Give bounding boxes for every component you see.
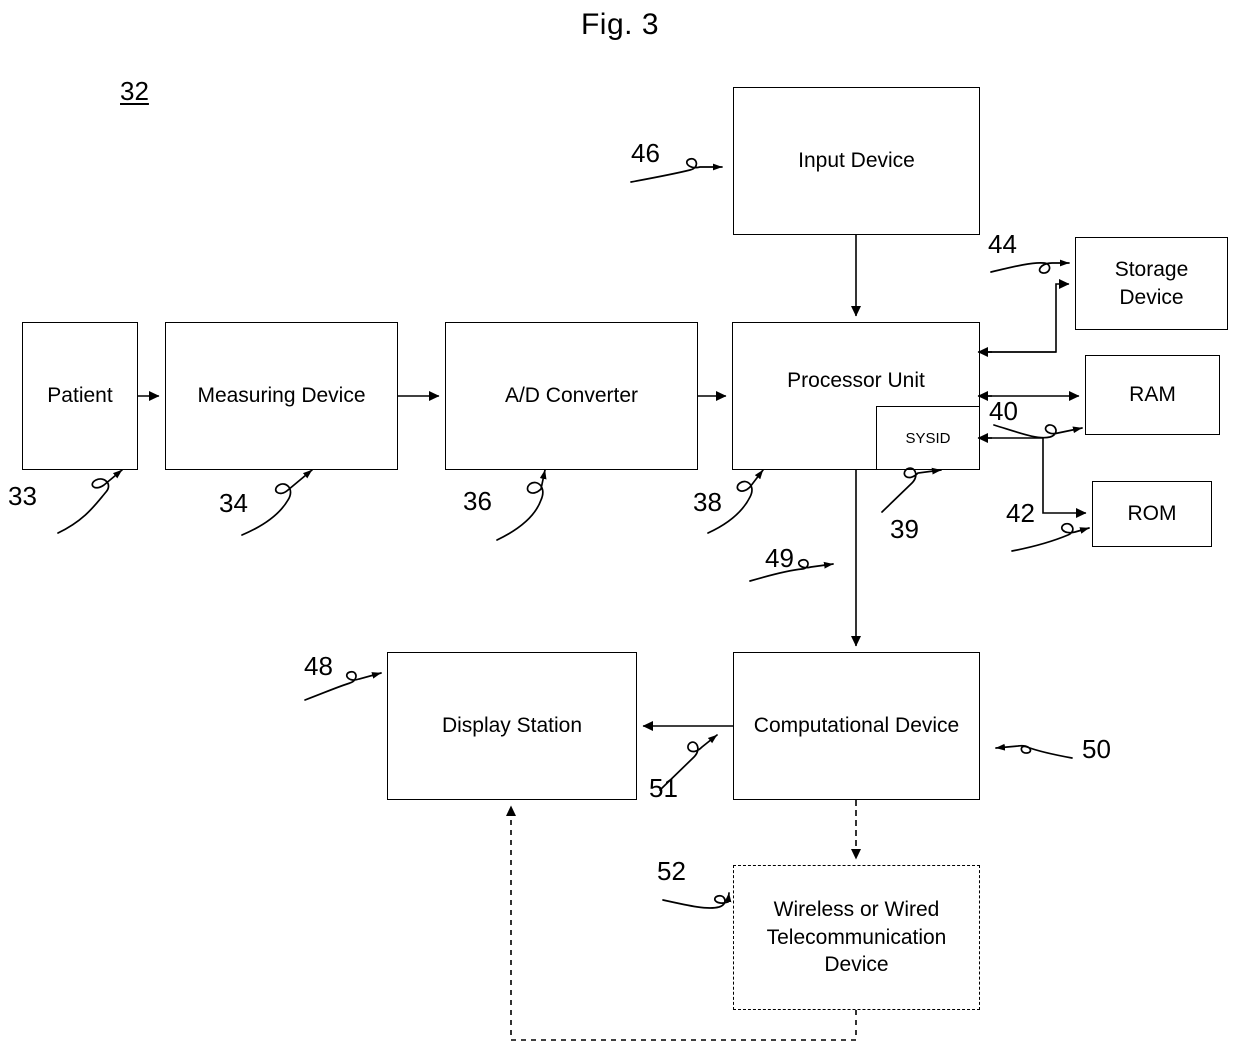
block-ad-converter: A/D Converter xyxy=(445,322,698,470)
block-computational-device-label: Computational Device xyxy=(753,714,960,738)
ref-50: 50 xyxy=(1082,734,1111,764)
ref-34: 34 xyxy=(219,488,248,518)
block-sysid: SYSID xyxy=(876,406,980,470)
ref-33: 33 xyxy=(8,481,37,511)
ref-42: 42 xyxy=(1006,498,1035,528)
figure-title: Fig. 3 xyxy=(580,8,660,41)
leader-40 xyxy=(993,424,1083,439)
leader-52 xyxy=(662,892,732,909)
block-ram-label: RAM xyxy=(1129,383,1176,407)
leader-50 xyxy=(995,743,1073,759)
leader-44 xyxy=(990,259,1070,274)
block-ad-converter-label: A/D Converter xyxy=(504,384,639,408)
block-telecommunication-device: Wireless or Wired Telecommunication Devi… xyxy=(733,865,980,1010)
leader-34 xyxy=(241,469,313,536)
ref-51: 51 xyxy=(649,773,678,803)
block-display-station: Display Station xyxy=(387,652,637,800)
block-storage-device: Storage Device xyxy=(1075,237,1228,330)
ref-36: 36 xyxy=(463,486,492,516)
ref-46: 46 xyxy=(631,138,660,168)
block-input-device-label: Input Device xyxy=(798,149,915,173)
block-patient-label: Patient xyxy=(47,384,113,408)
block-input-device: Input Device xyxy=(733,87,980,235)
block-measuring-device-label: Measuring Device xyxy=(197,384,366,408)
block-measuring-device: Measuring Device xyxy=(165,322,398,470)
block-computational-device: Computational Device xyxy=(733,652,980,800)
block-rom: ROM xyxy=(1092,481,1212,547)
arrow-processor-to-rom xyxy=(986,437,1087,518)
block-processor-unit-label: Processor Unit xyxy=(787,369,925,392)
block-telecommunication-device-label: Wireless or Wired Telecommunication Devi… xyxy=(766,897,947,977)
patent-figure-page: Fig. 3 32 Patient Measuring Device A/D C… xyxy=(0,0,1240,1053)
ref-39: 39 xyxy=(890,514,919,544)
ref-44: 44 xyxy=(988,229,1017,259)
block-rom-label: ROM xyxy=(1127,502,1177,526)
block-sysid-label: SYSID xyxy=(905,429,951,447)
block-patient: Patient xyxy=(22,322,138,470)
ref-40: 40 xyxy=(989,396,1018,426)
leader-39 xyxy=(881,467,942,513)
connector-overlay xyxy=(57,157,1090,1041)
arrow-processor-to-storage xyxy=(986,279,1070,353)
ref-52: 52 xyxy=(657,856,686,886)
ref-38: 38 xyxy=(693,487,722,517)
ref-49: 49 xyxy=(765,543,794,573)
block-ram: RAM xyxy=(1085,355,1220,435)
block-storage-device-label: Storage Device xyxy=(1114,257,1189,309)
leader-36 xyxy=(496,469,547,541)
system-reference-number: 32 xyxy=(120,76,149,106)
ref-48: 48 xyxy=(304,651,333,681)
leader-33 xyxy=(57,469,123,534)
block-display-station-label: Display Station xyxy=(441,714,583,738)
